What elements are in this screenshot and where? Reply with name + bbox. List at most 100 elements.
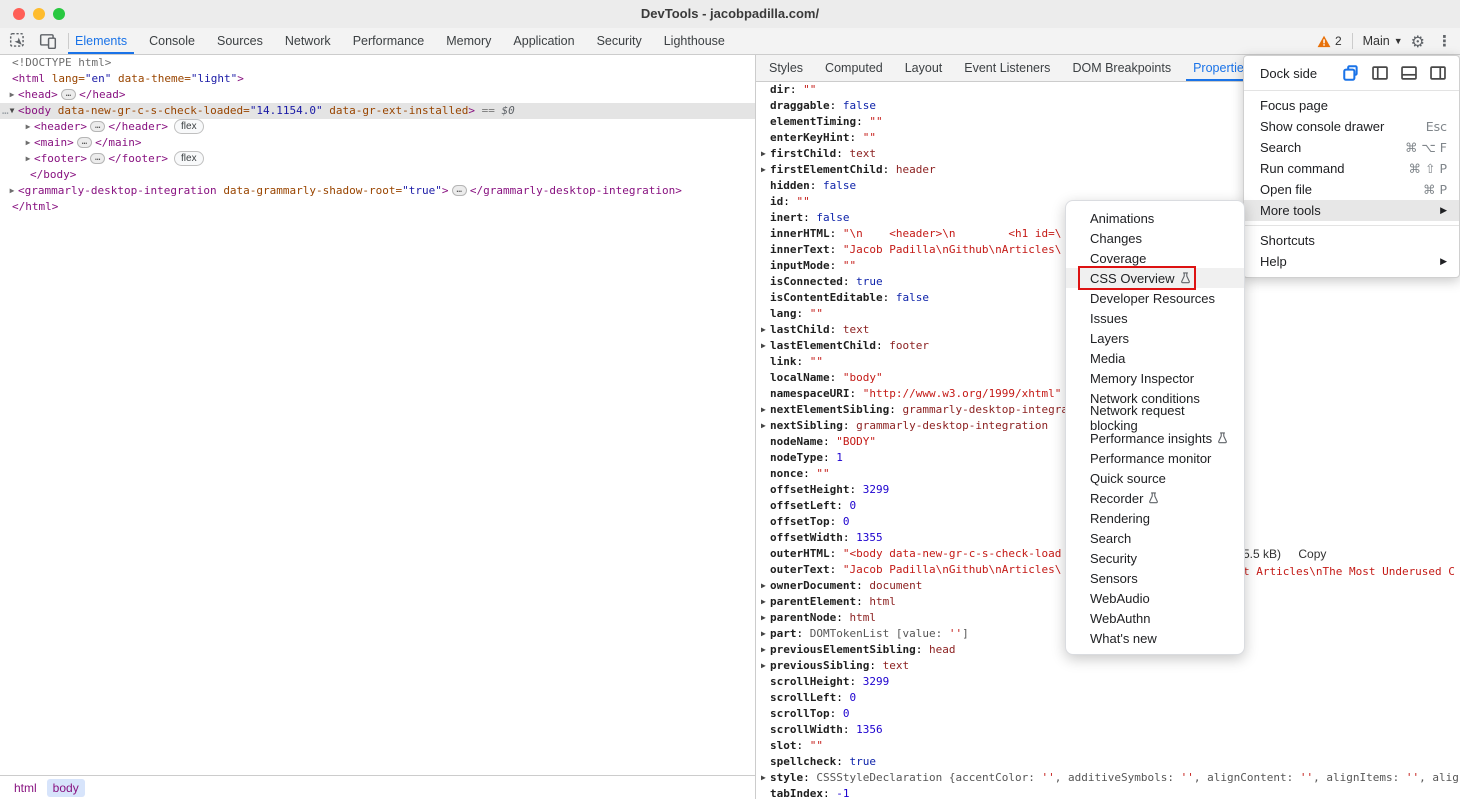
expand-arrow-icon[interactable]: ▶ — [22, 135, 34, 151]
tree-row[interactable]: <!DOCTYPE html> — [0, 55, 755, 71]
ellipsis-button[interactable]: … — [90, 153, 105, 164]
dock-right-icon[interactable] — [1427, 62, 1449, 84]
expand-arrow-icon[interactable]: ▶ — [761, 610, 766, 626]
tab-elements[interactable]: Elements — [64, 28, 138, 54]
tree-row[interactable]: ▶<grammarly-desktop-integration data-gra… — [0, 183, 755, 199]
dock-left-icon[interactable] — [1369, 62, 1391, 84]
submenu-item-network-request-blocking[interactable]: Network request blocking — [1066, 408, 1244, 428]
tab-application[interactable]: Application — [502, 28, 585, 54]
expand-arrow-icon[interactable]: ▶ — [6, 183, 18, 199]
menu-item-search[interactable]: Search⌘ ⌥ F — [1244, 137, 1459, 158]
sidebar-tab-styles[interactable]: Styles — [758, 55, 814, 81]
gear-icon[interactable]: ⚙ — [1411, 32, 1425, 51]
code-token: </footer> — [108, 152, 168, 165]
menu-item-run-command[interactable]: Run command⌘ ⇧ P — [1244, 158, 1459, 179]
tab-lighthouse[interactable]: Lighthouse — [653, 28, 736, 54]
submenu-item-quick-source[interactable]: Quick source — [1066, 468, 1244, 488]
tab-security[interactable]: Security — [586, 28, 653, 54]
submenu-item-developer-resources[interactable]: Developer Resources — [1066, 288, 1244, 308]
expand-arrow-icon[interactable]: ▶ — [22, 119, 34, 135]
submenu-item-issues[interactable]: Issues — [1066, 308, 1244, 328]
tab-memory[interactable]: Memory — [435, 28, 502, 54]
tab-performance[interactable]: Performance — [342, 28, 436, 54]
expand-arrow-icon[interactable]: ▶ — [6, 87, 18, 103]
submenu-item-rendering[interactable]: Rendering — [1066, 508, 1244, 528]
submenu-item-webauthn[interactable]: WebAuthn — [1066, 608, 1244, 628]
submenu-item-coverage[interactable]: Coverage — [1066, 248, 1244, 268]
breadcrumb-html[interactable]: html — [8, 779, 43, 797]
inspect-icon[interactable] — [6, 30, 30, 52]
tree-row[interactable]: </body> — [0, 167, 755, 183]
submenu-item-layers[interactable]: Layers — [1066, 328, 1244, 348]
expand-arrow-icon[interactable]: ▶ — [761, 770, 766, 786]
menu-item-open-file[interactable]: Open file⌘ P — [1244, 179, 1459, 200]
submenu-item-sensors[interactable]: Sensors — [1066, 568, 1244, 588]
toolbar-tabs: ElementsConsoleSourcesNetworkPerformance… — [64, 28, 736, 54]
property-row[interactable]: ▶style: CSSStyleDeclaration {accentColor… — [770, 770, 1460, 786]
expand-arrow-icon[interactable]: ▶ — [761, 626, 766, 642]
sidebar-tab-computed[interactable]: Computed — [814, 55, 894, 81]
expand-arrow-icon[interactable]: ▶ — [761, 338, 766, 354]
submenu-item-memory-inspector[interactable]: Memory Inspector — [1066, 368, 1244, 388]
tree-row[interactable]: …▼<body data-new-gr-c-s-check-loaded="14… — [0, 103, 755, 119]
submenu-item-animations[interactable]: Animations — [1066, 208, 1244, 228]
submenu-item-performance-monitor[interactable]: Performance monitor — [1066, 448, 1244, 468]
dock-bottom-icon[interactable] — [1398, 62, 1420, 84]
menu-item-help[interactable]: Help▶ — [1244, 251, 1459, 272]
ellipsis-button[interactable]: … — [90, 121, 105, 132]
submenu-item-search[interactable]: Search — [1066, 528, 1244, 548]
menu-item-more-tools[interactable]: More tools▶ — [1244, 200, 1459, 221]
menu-item-focus-page[interactable]: Focus page — [1244, 95, 1459, 116]
expand-arrow-icon[interactable]: ▶ — [761, 402, 766, 418]
ellipsis-button[interactable]: … — [61, 89, 76, 100]
submenu-item-what-s-new[interactable]: What's new — [1066, 628, 1244, 648]
main-context-selector[interactable]: Main ▼ — [1363, 34, 1403, 48]
submenu-item-changes[interactable]: Changes — [1066, 228, 1244, 248]
tree-row[interactable]: </html> — [0, 199, 755, 215]
breadcrumb-body[interactable]: body — [47, 779, 85, 797]
dock-side-label: Dock side — [1260, 66, 1340, 81]
expand-arrow-icon[interactable]: ▶ — [761, 322, 766, 338]
expand-arrow-icon[interactable]: ▶ — [761, 658, 766, 674]
tab-sources[interactable]: Sources — [206, 28, 274, 54]
ellipsis-button[interactable]: … — [452, 185, 467, 196]
submenu-item-webaudio[interactable]: WebAudio — [1066, 588, 1244, 608]
code-token: </main> — [95, 136, 141, 149]
submenu-item-css-overview[interactable]: CSS Overview — [1066, 268, 1244, 288]
sidebar-tab-event-listeners[interactable]: Event Listeners — [953, 55, 1061, 81]
ellipsis-button[interactable]: … — [77, 137, 92, 148]
tab-console[interactable]: Console — [138, 28, 206, 54]
expand-arrow-icon[interactable]: ▶ — [761, 146, 766, 162]
menu-item-shortcuts[interactable]: Shortcuts — [1244, 230, 1459, 251]
flex-badge[interactable]: flex — [174, 119, 204, 134]
submenu-item-media[interactable]: Media — [1066, 348, 1244, 368]
undock-icon[interactable] — [1340, 62, 1362, 84]
submenu-item-recorder[interactable]: Recorder — [1066, 488, 1244, 508]
submenu-item-performance-insights[interactable]: Performance insights — [1066, 428, 1244, 448]
tree-row[interactable]: ▶<main>…</main> — [0, 135, 755, 151]
issues-counter[interactable]: 2 — [1317, 34, 1342, 48]
expand-arrow-icon[interactable]: ▶ — [761, 578, 766, 594]
expand-arrow-icon[interactable]: ▶ — [761, 642, 766, 658]
expand-arrow-icon[interactable]: ▶ — [22, 151, 34, 167]
tree-row[interactable]: <html lang="en" data-theme="light"> — [0, 71, 755, 87]
code-token: "true" — [402, 184, 442, 197]
kebab-menu-icon[interactable]: ⋮ — [1433, 32, 1456, 50]
menu-item-show-console-drawer[interactable]: Show console drawerEsc — [1244, 116, 1459, 137]
expand-arrow-icon[interactable]: ▶ — [761, 162, 766, 178]
sidebar-tab-layout[interactable]: Layout — [894, 55, 954, 81]
expand-arrow-icon[interactable]: ▶ — [761, 418, 766, 434]
tree-row[interactable]: ▶<footer>…</footer>flex — [0, 151, 755, 167]
property-separator: : — [849, 387, 862, 400]
copy-link[interactable]: Copy — [1298, 547, 1326, 561]
tree-row[interactable]: ▶<header>…</header>flex — [0, 119, 755, 135]
flex-badge[interactable]: flex — [174, 151, 204, 166]
sidebar-tab-dom-breakpoints[interactable]: DOM Breakpoints — [1061, 55, 1182, 81]
submenu-item-security[interactable]: Security — [1066, 548, 1244, 568]
property-value: "" — [843, 259, 856, 272]
device-toolbar-icon[interactable] — [36, 30, 60, 52]
tab-network[interactable]: Network — [274, 28, 342, 54]
tree-row[interactable]: ▶<head>…</head> — [0, 87, 755, 103]
expand-arrow-icon[interactable]: ▶ — [761, 594, 766, 610]
property-row[interactable]: ▶previousSibling: text — [770, 658, 1460, 674]
